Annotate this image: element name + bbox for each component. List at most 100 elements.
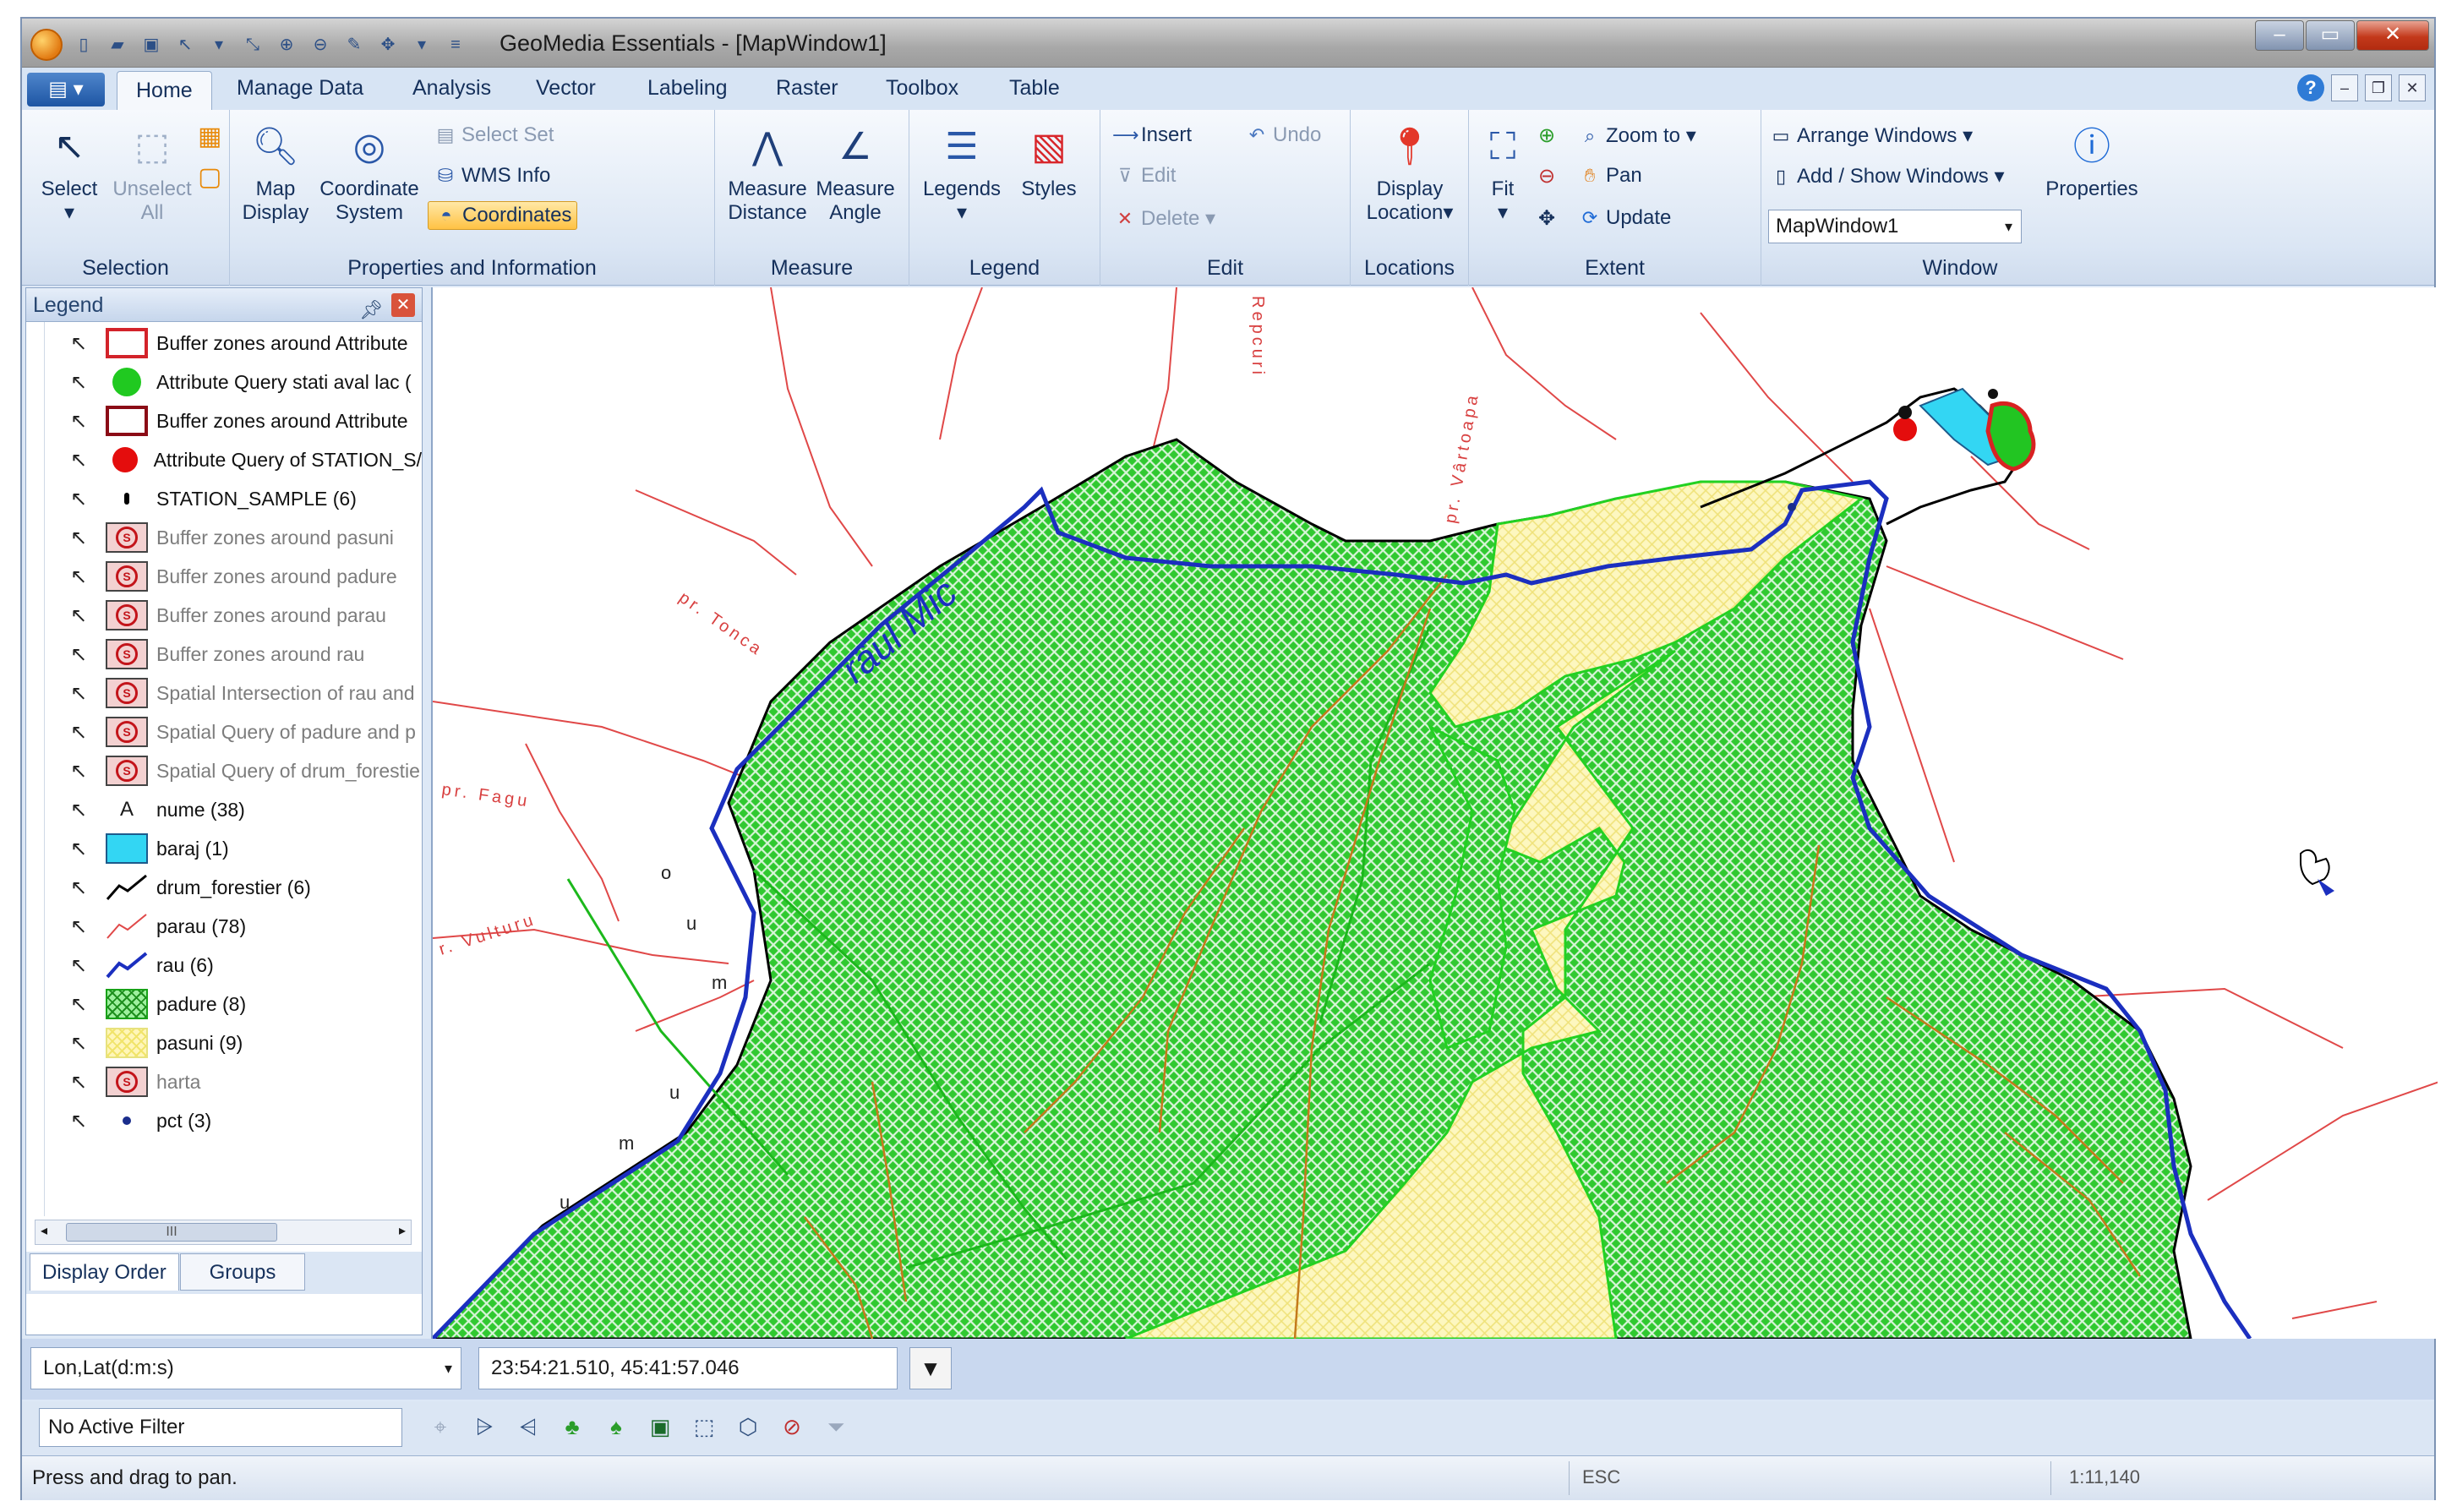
coordinate-readout[interactable]: 23:54:21.510, 45:41:57.046	[478, 1347, 898, 1389]
legend-item[interactable]: ↖ S Spatial Query of padure and p	[26, 712, 422, 751]
pin-icon[interactable]: 📌︎	[359, 293, 383, 327]
select-tool-icon[interactable]: ↖	[172, 32, 198, 57]
scroll-left-icon[interactable]: ◂	[41, 1222, 47, 1239]
scrollbar-thumb[interactable]: III	[66, 1223, 277, 1242]
map-window-select[interactable]: MapWindow1 ▾	[1768, 210, 2022, 243]
tab-display-order[interactable]: Display Order	[30, 1253, 179, 1291]
coordinates-button[interactable]: ◓ Coordinates	[428, 201, 578, 230]
tree-filter-icon[interactable]: ♠	[600, 1410, 632, 1444]
legend-item[interactable]: ↖ S Buffer zones around parau	[26, 596, 422, 635]
insert-button[interactable]: ⟶ Insert	[1112, 123, 1192, 147]
zoom-to-button[interactable]: ⌕ Zoom to ▾	[1577, 123, 1696, 148]
wms-info-button[interactable]: ⛁ WMS Info	[433, 164, 551, 188]
select-button[interactable]: ↖ Select ▾	[34, 122, 105, 225]
circle-filter-icon[interactable]: ⊘	[776, 1410, 808, 1444]
locatable-pointer-icon[interactable]: ↖	[70, 331, 104, 356]
funnel-filter-icon[interactable]: ⏷	[820, 1410, 852, 1444]
tab-groups[interactable]: Groups	[180, 1253, 305, 1291]
locatable-pointer-icon[interactable]: ↖	[70, 953, 104, 978]
legend-item[interactable]: ↖ S Buffer zones around rau	[26, 635, 422, 674]
locatable-pointer-icon[interactable]: ↖	[70, 837, 104, 861]
locatable-pointer-icon[interactable]: ↖	[70, 1031, 104, 1056]
legend-item[interactable]: ↖ S Spatial Query of drum_forestie	[26, 751, 422, 790]
attribute-filter-icon[interactable]: ⩥	[468, 1410, 500, 1444]
legend-item[interactable]: ↖ baraj (1)	[26, 829, 422, 868]
unselect-all-button[interactable]: ⬚ Unselect All	[112, 122, 193, 225]
select-mode-icon[interactable]: ▦	[198, 122, 221, 151]
fit-button[interactable]: ⛶ Fit ▾	[1476, 122, 1530, 225]
properties-button[interactable]: ⓘ Properties	[2037, 122, 2147, 201]
maximize-button[interactable]: ▭	[2306, 20, 2355, 51]
fit-icon[interactable]: ✥	[375, 32, 401, 57]
tab-home[interactable]: Home	[117, 71, 212, 110]
locatable-pointer-icon[interactable]: ↖	[70, 876, 104, 900]
legend-item[interactable]: ↖ S Buffer zones around pasuni	[26, 518, 422, 557]
locatable-pointer-icon[interactable]: ↖	[70, 603, 104, 628]
scroll-right-icon[interactable]: ▸	[399, 1222, 406, 1239]
legend-item[interactable]: ↖ pasuni (9)	[26, 1023, 422, 1062]
active-filter-field[interactable]: No Active Filter	[39, 1408, 402, 1447]
open-folder-icon[interactable]: ▰	[105, 32, 130, 57]
locatable-pointer-icon[interactable]: ↖	[70, 642, 104, 667]
locatable-pointer-icon[interactable]: ↖	[70, 759, 104, 783]
undo-button[interactable]: ↶ Undo	[1244, 123, 1322, 147]
polygon-filter-icon[interactable]: ⬡	[732, 1410, 764, 1444]
display-location-button[interactable]: 📍︎ Display Location▾	[1359, 122, 1461, 225]
mdi-close-icon[interactable]: ✕	[2399, 74, 2426, 101]
tab-analysis[interactable]: Analysis	[412, 76, 491, 101]
tab-raster[interactable]: Raster	[776, 76, 838, 101]
display-filter-icon[interactable]: ▣	[644, 1410, 676, 1444]
zoom-in-icon[interactable]: ⊕	[1538, 123, 1555, 148]
update-button[interactable]: ⟳ Update	[1577, 206, 1672, 230]
mdi-minimize-icon[interactable]: –	[2331, 74, 2358, 101]
legend-item[interactable]: ↖ Attribute Query of STATION_S/	[26, 440, 422, 479]
tab-vector[interactable]: Vector	[536, 76, 596, 101]
tab-table[interactable]: Table	[1009, 76, 1060, 101]
app-menu-button[interactable]: ▤ ▾	[27, 73, 105, 106]
legend-item[interactable]: ↖ S Buffer zones around padure	[26, 557, 422, 596]
locatable-pointer-icon[interactable]: ↖	[70, 565, 104, 589]
app-logo-icon[interactable]	[30, 29, 63, 61]
new-file-icon[interactable]: ▯	[71, 32, 96, 57]
locatable-pointer-icon[interactable]: ↖	[70, 720, 104, 745]
mdi-restore-icon[interactable]: ❐	[2365, 74, 2392, 101]
select-set-button[interactable]: ▤ Select Set	[433, 123, 554, 147]
rectangle-filter-icon[interactable]: ⬚	[688, 1410, 720, 1444]
locatable-pointer-icon[interactable]: ↖	[70, 409, 104, 434]
legend-item[interactable]: ↖ S Spatial Intersection of rau and	[26, 674, 422, 712]
measure-angle-button[interactable]: ∠ Measure Angle	[813, 122, 898, 225]
close-panel-icon[interactable]: ✕	[391, 293, 415, 317]
dropdown-arrow-icon[interactable]: ▾	[206, 32, 232, 57]
select-box-icon[interactable]: ▢	[198, 162, 221, 192]
arrange-windows-button[interactable]: ▭ Arrange Windows ▾	[1768, 123, 1974, 148]
legend-horizontal-scrollbar[interactable]: ◂ III ▸	[35, 1220, 412, 1245]
locatable-pointer-icon[interactable]: ↖	[70, 1109, 104, 1133]
minimize-button[interactable]: –	[2255, 20, 2304, 51]
legend-item[interactable]: ↖ drum_forestier (6)	[26, 868, 422, 907]
delete-button[interactable]: ✕ Delete ▾	[1112, 206, 1215, 231]
styles-button[interactable]: ▧ Styles	[1011, 122, 1087, 201]
legend-item[interactable]: ↖ pct (3)	[26, 1101, 422, 1140]
save-icon[interactable]: ▣	[139, 32, 164, 57]
locatable-pointer-icon[interactable]: ↖	[70, 914, 104, 939]
pan-button[interactable]: ✋︎ Pan	[1577, 164, 1642, 188]
locatable-pointer-icon[interactable]: ↖	[70, 1070, 104, 1094]
legend-item[interactable]: ↖ Buffer zones around Attribute	[26, 401, 422, 440]
zoom-in-icon[interactable]: ⊕	[274, 32, 299, 57]
coordinate-system-button[interactable]: ◎ Coordinate System	[314, 122, 424, 225]
help-icon[interactable]: ?	[2297, 74, 2324, 101]
locatable-pointer-icon[interactable]: ↖	[70, 526, 104, 550]
legend-item[interactable]: ↖ STATION_SAMPLE (6)	[26, 479, 422, 518]
spatial-filter-icon[interactable]: ⩤	[512, 1410, 544, 1444]
pan-center-icon[interactable]: ✥	[1538, 206, 1555, 231]
pan-icon[interactable]: ⤡	[240, 32, 265, 57]
edit-button[interactable]: ⊽ Edit	[1112, 164, 1176, 188]
dropdown-arrow-icon[interactable]: ▾	[409, 32, 434, 57]
legend-item[interactable]: ↖ Anume (38)	[26, 790, 422, 829]
tab-manage-data[interactable]: Manage Data	[237, 76, 363, 101]
close-button[interactable]: ✕	[2356, 20, 2429, 51]
legend-item[interactable]: ↖ padure (8)	[26, 985, 422, 1023]
brush-icon[interactable]: ✎	[341, 32, 367, 57]
map-display-button[interactable]: 🔍︎ Map Display	[242, 122, 309, 225]
zoom-out-icon[interactable]: ⊖	[308, 32, 333, 57]
